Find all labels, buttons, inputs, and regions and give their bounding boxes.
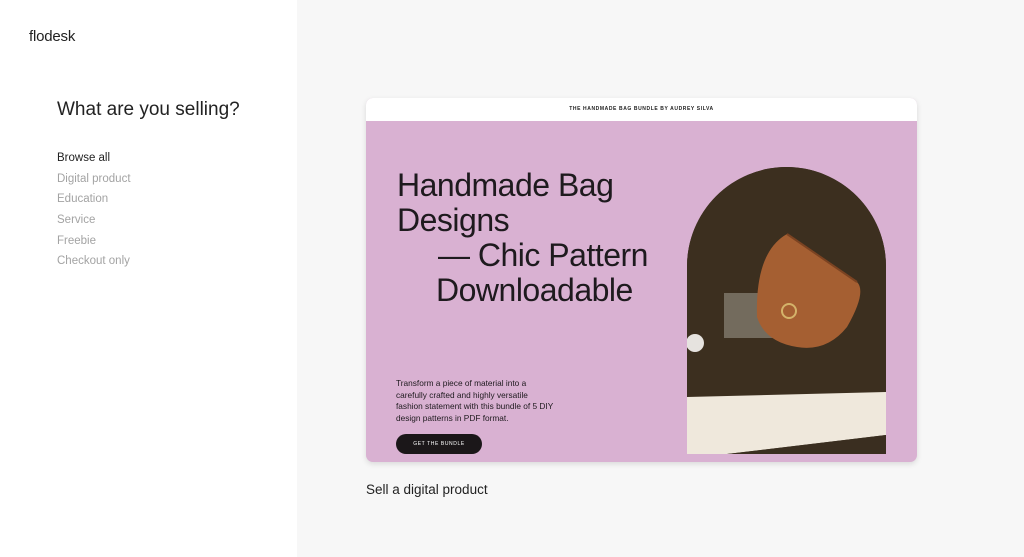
flodesk-logo[interactable]: flodesk	[29, 28, 75, 45]
category-browse-all[interactable]: Browse all	[57, 151, 131, 172]
template-title: Handmade Bag Designs — Chic Pattern Down…	[397, 168, 648, 308]
sidebar: flodesk What are you selling? Browse all…	[0, 0, 297, 557]
product-image-bag	[687, 167, 886, 454]
template-header: THE HANDMADE BAG BUNDLE BY AUDREY SILVA	[366, 98, 917, 121]
title-line: — Chic Pattern	[438, 237, 648, 273]
template-caption[interactable]: Sell a digital product	[366, 482, 488, 497]
title-line: Handmade Bag	[397, 167, 614, 203]
template-description: Transform a piece of material into a car…	[396, 378, 554, 423]
template-preview-card[interactable]: THE HANDMADE BAG BUNDLE BY AUDREY SILVA …	[366, 98, 917, 462]
category-list: Browse all Digital product Education Ser…	[57, 151, 131, 275]
category-digital-product[interactable]: Digital product	[57, 172, 131, 193]
title-line: Designs	[397, 202, 510, 238]
category-freebie[interactable]: Freebie	[57, 234, 131, 255]
get-the-bundle-button[interactable]: GET THE BUNDLE	[396, 434, 482, 454]
page-title: What are you selling?	[57, 99, 240, 120]
title-line: Downloadable	[436, 272, 633, 308]
category-service[interactable]: Service	[57, 213, 131, 234]
category-education[interactable]: Education	[57, 192, 131, 213]
category-checkout-only[interactable]: Checkout only	[57, 254, 131, 275]
